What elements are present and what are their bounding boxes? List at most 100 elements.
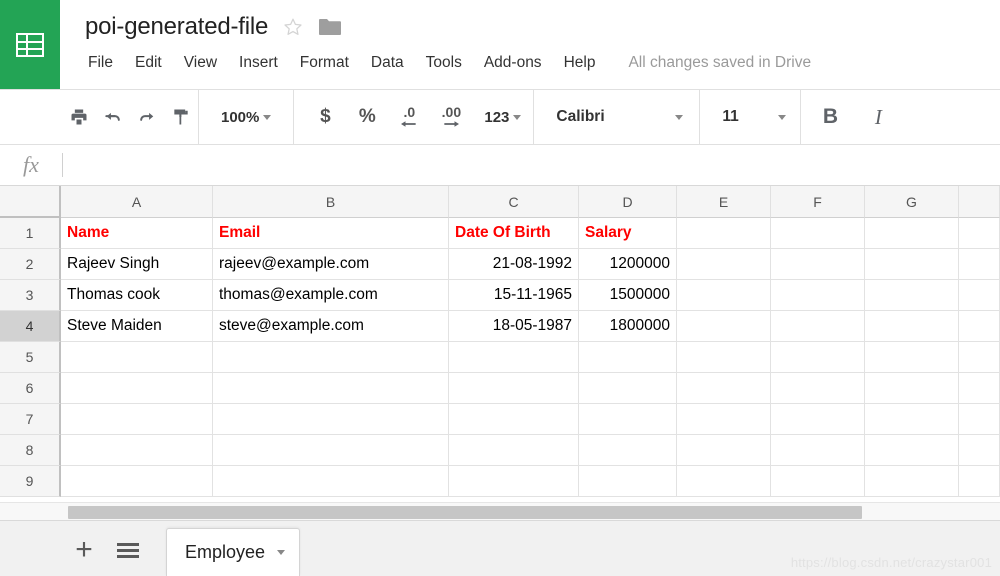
star-outline-icon[interactable]	[282, 16, 304, 38]
cell-x2[interactable]	[959, 249, 1000, 280]
cell-C6[interactable]	[449, 373, 579, 404]
bold-button[interactable]: B	[813, 100, 847, 134]
cell-A1[interactable]: Name	[61, 218, 213, 249]
cell-C2[interactable]: 21-08-1992	[449, 249, 579, 280]
sheet-tab-employee[interactable]: Employee	[166, 528, 301, 576]
cell-C7[interactable]	[449, 404, 579, 435]
cell-F4[interactable]	[771, 311, 865, 342]
print-button[interactable]	[62, 100, 96, 134]
row-header-6[interactable]: 6	[0, 373, 61, 404]
row-header-8[interactable]: 8	[0, 435, 61, 466]
column-header-g[interactable]: G	[865, 186, 959, 218]
chevron-down-icon[interactable]	[277, 550, 286, 555]
row-header-7[interactable]: 7	[0, 404, 61, 435]
cell-D7[interactable]	[579, 404, 677, 435]
cell-A4[interactable]: Steve Maiden	[61, 311, 213, 342]
formula-input[interactable]	[63, 144, 1000, 186]
cell-G1[interactable]	[865, 218, 959, 249]
cell-G6[interactable]	[865, 373, 959, 404]
column-header-d[interactable]: D	[579, 186, 677, 218]
cell-x9[interactable]	[959, 466, 1000, 497]
row-header-3[interactable]: 3	[0, 280, 61, 311]
cell-B7[interactable]	[213, 404, 449, 435]
cell-x8[interactable]	[959, 435, 1000, 466]
row-header-1[interactable]: 1	[0, 218, 61, 249]
cell-x1[interactable]	[959, 218, 1000, 249]
cell-D4[interactable]: 1800000	[579, 311, 677, 342]
folder-icon[interactable]	[318, 17, 342, 37]
cell-D6[interactable]	[579, 373, 677, 404]
cell-B8[interactable]	[213, 435, 449, 466]
column-header-c[interactable]: C	[449, 186, 579, 218]
cell-E3[interactable]	[677, 280, 771, 311]
undo-button[interactable]	[96, 100, 130, 134]
row-header-9[interactable]: 9	[0, 466, 61, 497]
row-header-4[interactable]: 4	[0, 311, 61, 342]
cell-G5[interactable]	[865, 342, 959, 373]
cell-A6[interactable]	[61, 373, 213, 404]
column-header-b[interactable]: B	[213, 186, 449, 218]
column-header-e[interactable]: E	[677, 186, 771, 218]
cell-F9[interactable]	[771, 466, 865, 497]
menu-item-view[interactable]: View	[173, 52, 228, 74]
cell-C3[interactable]: 15-11-1965	[449, 280, 579, 311]
row-header-2[interactable]: 2	[0, 249, 61, 280]
cell-B4[interactable]: steve@example.com	[213, 311, 449, 342]
cell-D8[interactable]	[579, 435, 677, 466]
document-title[interactable]: poi-generated-file	[85, 12, 268, 42]
add-sheet-button[interactable]: +	[62, 528, 106, 572]
cell-C4[interactable]: 18-05-1987	[449, 311, 579, 342]
cell-D5[interactable]	[579, 342, 677, 373]
cell-B9[interactable]	[213, 466, 449, 497]
italic-button[interactable]: I	[861, 100, 895, 134]
cell-A2[interactable]: Rajeev Singh	[61, 249, 213, 280]
menu-item-data[interactable]: Data	[360, 52, 415, 74]
more-formats-dropdown[interactable]: 123	[476, 109, 533, 126]
sheets-logo[interactable]	[0, 0, 60, 89]
cell-A8[interactable]	[61, 435, 213, 466]
font-size-dropdown[interactable]: 11	[700, 108, 800, 126]
cell-F3[interactable]	[771, 280, 865, 311]
column-header-a[interactable]: A	[61, 186, 213, 218]
redo-button[interactable]	[130, 100, 164, 134]
cell-B1[interactable]: Email	[213, 218, 449, 249]
row-header-5[interactable]: 5	[0, 342, 61, 373]
paint-format-button[interactable]	[164, 100, 198, 134]
cell-E7[interactable]	[677, 404, 771, 435]
cell-F5[interactable]	[771, 342, 865, 373]
cell-F8[interactable]	[771, 435, 865, 466]
cell-E4[interactable]	[677, 311, 771, 342]
cell-G4[interactable]	[865, 311, 959, 342]
cell-C9[interactable]	[449, 466, 579, 497]
menu-item-insert[interactable]: Insert	[228, 52, 289, 74]
horizontal-scrollbar-thumb[interactable]	[68, 506, 862, 519]
cell-F6[interactable]	[771, 373, 865, 404]
currency-format-button[interactable]: $	[308, 100, 342, 134]
cell-A3[interactable]: Thomas cook	[61, 280, 213, 311]
column-header-h-partial[interactable]	[959, 186, 1000, 218]
cell-D9[interactable]	[579, 466, 677, 497]
cell-E1[interactable]	[677, 218, 771, 249]
cell-x4[interactable]	[959, 311, 1000, 342]
cell-F7[interactable]	[771, 404, 865, 435]
increase-decimal-button[interactable]: .00	[434, 100, 468, 134]
cell-x5[interactable]	[959, 342, 1000, 373]
cell-B6[interactable]	[213, 373, 449, 404]
cell-A9[interactable]	[61, 466, 213, 497]
cell-A5[interactable]	[61, 342, 213, 373]
cell-E5[interactable]	[677, 342, 771, 373]
cell-C1[interactable]: Date Of Birth	[449, 218, 579, 249]
cell-D3[interactable]: 1500000	[579, 280, 677, 311]
cell-D2[interactable]: 1200000	[579, 249, 677, 280]
cell-x7[interactable]	[959, 404, 1000, 435]
cell-E9[interactable]	[677, 466, 771, 497]
cell-G9[interactable]	[865, 466, 959, 497]
select-all-corner[interactable]	[0, 186, 61, 218]
menu-item-tools[interactable]: Tools	[415, 52, 473, 74]
zoom-dropdown[interactable]: 100%	[199, 109, 293, 126]
menu-item-addons[interactable]: Add-ons	[473, 52, 553, 74]
cell-F1[interactable]	[771, 218, 865, 249]
percent-format-button[interactable]: %	[350, 100, 384, 134]
cell-E2[interactable]	[677, 249, 771, 280]
menu-item-help[interactable]: Help	[553, 52, 607, 74]
